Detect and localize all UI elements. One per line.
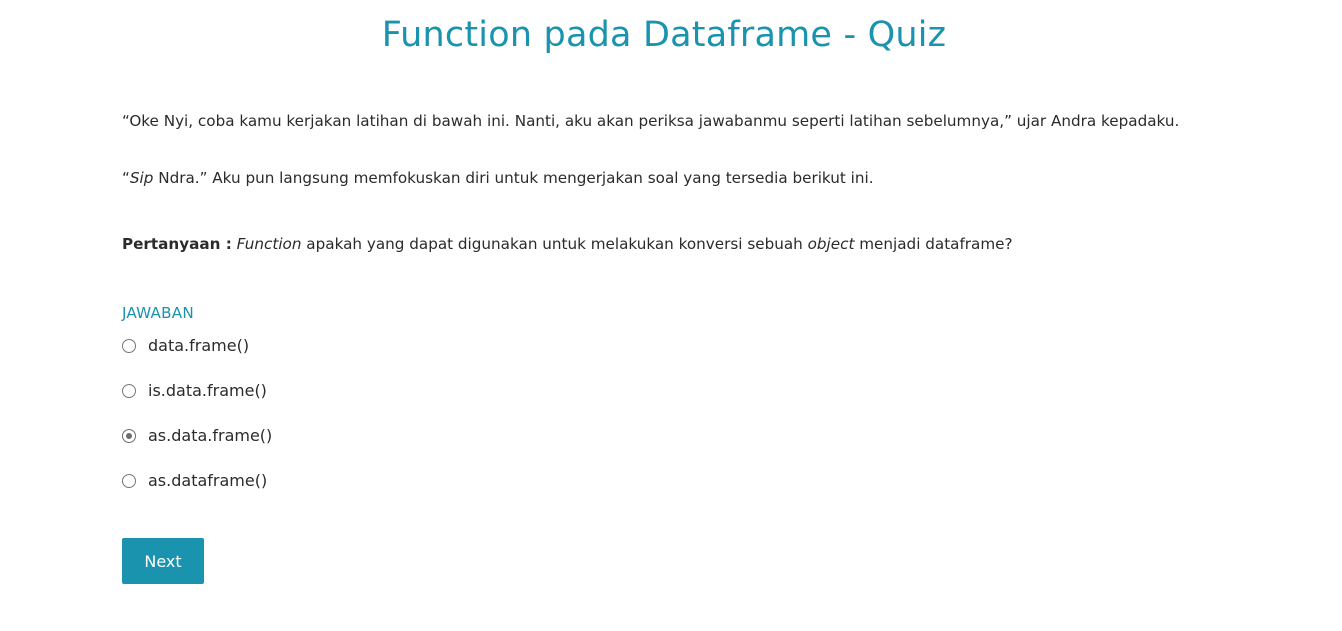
option-label: as.dataframe() — [148, 471, 268, 490]
question-italic-object: object — [807, 235, 855, 253]
page-title: Function pada Dataframe - Quiz — [381, 15, 947, 55]
question-italic-function: Function — [236, 235, 302, 253]
question-text-part1: apakah yang dapat digunakan untuk melaku… — [301, 235, 808, 253]
answer-option-is-data-frame[interactable]: is.data.frame() — [122, 380, 267, 402]
radio-button-selected[interactable] — [122, 429, 136, 443]
intro-paragraph: “Oke Nyi, coba kamu kerjakan latihan di … — [122, 112, 1180, 130]
response-paragraph-rest: Ndra.” Aku pun langsung memfokuskan diri… — [153, 169, 874, 187]
open-quote: “ — [122, 169, 130, 187]
option-label: is.data.frame() — [148, 381, 267, 400]
question-text-part2: menjadi dataframe? — [854, 235, 1013, 253]
option-label: as.data.frame() — [148, 426, 273, 445]
option-label: data.frame() — [148, 336, 250, 355]
radio-button[interactable] — [122, 339, 136, 353]
radio-button[interactable] — [122, 384, 136, 398]
next-button[interactable]: Next — [122, 538, 204, 584]
question-label: Pertanyaan : — [122, 235, 232, 253]
radio-button[interactable] — [122, 474, 136, 488]
quiz-page: Function pada Dataframe - Quiz “Oke Nyi,… — [0, 0, 1342, 631]
answer-heading: JAWABAN — [122, 304, 194, 322]
answer-option-as-dataframe[interactable]: as.dataframe() — [122, 470, 267, 492]
response-paragraph: “Sip Ndra.” Aku pun langsung memfokuskan… — [122, 167, 874, 189]
answer-option-as-data-frame[interactable]: as.data.frame() — [122, 425, 272, 447]
answer-option-data-frame[interactable]: data.frame() — [122, 335, 249, 357]
question-text: Pertanyaan : Function apakah yang dapat … — [122, 233, 1013, 255]
italic-word-sip: Sip — [129, 169, 154, 187]
